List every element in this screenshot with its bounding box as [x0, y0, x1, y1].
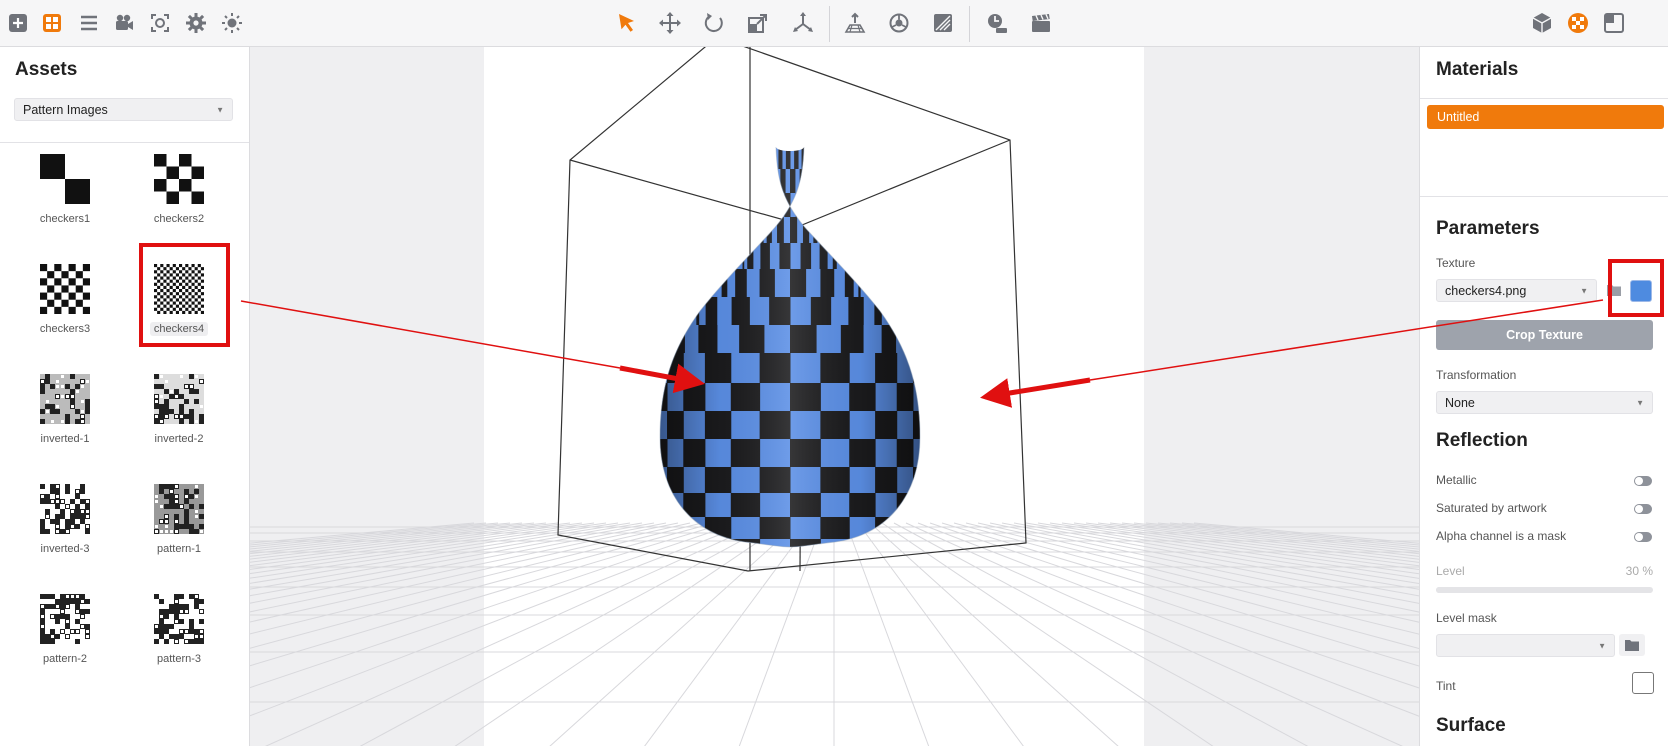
asset-thumbnail	[40, 594, 90, 644]
divider	[1420, 196, 1668, 197]
saturated-label: Saturated by artwork	[1436, 501, 1547, 515]
capture-icon[interactable]	[146, 9, 174, 37]
toolbar	[0, 0, 1668, 53]
asset-label: inverted-3	[40, 543, 90, 555]
scene-icon[interactable]	[1600, 9, 1628, 37]
settings-gear-icon[interactable]	[182, 9, 210, 37]
rotate-icon[interactable]	[700, 9, 728, 37]
alpha-mask-label: Alpha channel is a mask	[1436, 529, 1567, 543]
material-item-untitled[interactable]: Untitled	[1427, 105, 1664, 129]
ground-grid	[250, 522, 1419, 746]
asset-item-inverted-1[interactable]: inverted-1	[10, 368, 120, 468]
materials-panel: Materials Untitled Parameters Texture ch…	[1419, 47, 1668, 746]
toolbar-divider	[969, 6, 970, 42]
3d-viewport[interactable]	[250, 47, 1419, 746]
level-mask-select[interactable]: ▼	[1436, 634, 1615, 657]
surface-title: Surface	[1436, 715, 1506, 736]
timeline-icon[interactable]	[983, 9, 1011, 37]
light-sun-icon[interactable]	[218, 9, 246, 37]
pivot-icon[interactable]	[789, 9, 817, 37]
transformation-select-value: None	[1445, 395, 1475, 410]
transformation-label: Transformation	[1436, 368, 1517, 382]
asset-thumbnail	[40, 484, 90, 534]
reflection-title: Reflection	[1436, 430, 1528, 451]
asset-thumbnail	[154, 374, 204, 424]
asset-item-pattern-1[interactable]: pattern-1	[124, 478, 234, 578]
asset-label: inverted-1	[40, 433, 90, 445]
asset-item-checkers3[interactable]: checkers3	[10, 258, 120, 358]
chevron-down-icon: ▼	[1598, 641, 1606, 650]
camera-icon[interactable]	[110, 9, 138, 37]
level-slider-fill	[1436, 587, 1502, 593]
folder-icon	[1625, 640, 1639, 651]
asset-thumbnail	[154, 484, 204, 534]
tint-checkbox[interactable]	[1632, 672, 1654, 694]
asset-label: checkers3	[39, 323, 91, 335]
highlight-box-checkers4	[139, 243, 230, 347]
asset-thumbnail	[154, 594, 204, 644]
assets-grid-icon[interactable]	[38, 9, 66, 37]
asset-item-pattern-2[interactable]: pattern-2	[10, 588, 120, 688]
divider	[1420, 98, 1668, 99]
add-icon[interactable]	[4, 9, 32, 37]
app-window: Assets Pattern Images ▼ checkers1 checker…	[0, 0, 1668, 746]
level-value: 30 %	[1625, 564, 1653, 578]
chevron-down-icon: ▼	[216, 105, 224, 114]
parameters-title: Parameters	[1436, 218, 1540, 239]
asset-thumbnail	[154, 154, 204, 204]
asset-item-inverted-3[interactable]: inverted-3	[10, 478, 120, 578]
texture-map-icon[interactable]	[929, 9, 957, 37]
asset-item-checkers1[interactable]: checkers1	[10, 148, 120, 248]
crop-texture-button[interactable]: Crop Texture	[1436, 320, 1653, 350]
model-cube-icon[interactable]	[1528, 9, 1556, 37]
asset-label: pattern-3	[156, 653, 202, 665]
asset-category-select[interactable]: Pattern Images ▼	[14, 98, 233, 121]
texture-select-value: checkers4.png	[1445, 283, 1527, 298]
select-arrow-icon[interactable]	[613, 9, 641, 37]
asset-thumbnail	[40, 154, 90, 204]
highlight-box-swatch	[1608, 259, 1664, 317]
level-mask-folder-button[interactable]	[1619, 634, 1645, 656]
asset-label: pattern-2	[42, 653, 88, 665]
texture-label: Texture	[1436, 256, 1476, 270]
metallic-toggle[interactable]	[1634, 476, 1652, 486]
tint-label: Tint	[1436, 679, 1456, 693]
asset-category-value: Pattern Images	[23, 102, 108, 117]
materials-icon[interactable]	[1564, 9, 1592, 37]
level-label: Level	[1436, 564, 1465, 578]
transformation-select[interactable]: None ▼	[1436, 391, 1653, 414]
assets-title: Assets	[15, 59, 78, 80]
level-mask-label: Level mask	[1436, 611, 1497, 625]
asset-label: inverted-2	[154, 433, 204, 445]
snap-icon[interactable]	[885, 9, 913, 37]
clapper-icon[interactable]	[1027, 9, 1055, 37]
scale-icon[interactable]	[744, 9, 772, 37]
asset-label: checkers1	[39, 213, 91, 225]
metallic-label: Metallic	[1436, 473, 1477, 487]
viewport-canvas[interactable]	[250, 47, 1419, 746]
asset-label: checkers2	[153, 213, 205, 225]
asset-thumbnail	[40, 374, 90, 424]
saturated-toggle[interactable]	[1634, 504, 1652, 514]
toolbar-divider	[829, 6, 830, 42]
move-icon[interactable]	[656, 9, 684, 37]
vase-opening	[776, 143, 804, 151]
asset-item-checkers2[interactable]: checkers2	[124, 148, 234, 248]
assets-panel: Assets Pattern Images ▼ checkers1 checker…	[0, 47, 250, 746]
texture-select[interactable]: checkers4.png ▼	[1436, 279, 1597, 302]
asset-item-inverted-2[interactable]: inverted-2	[124, 368, 234, 468]
chevron-down-icon: ▼	[1580, 286, 1588, 295]
divider	[0, 142, 249, 143]
level-slider[interactable]	[1436, 587, 1653, 593]
asset-thumbnail	[40, 264, 90, 314]
asset-item-pattern-3[interactable]: pattern-3	[124, 588, 234, 688]
alpha-mask-toggle[interactable]	[1634, 532, 1652, 542]
ground-icon[interactable]	[841, 9, 869, 37]
asset-label: pattern-1	[156, 543, 202, 555]
list-icon[interactable]	[75, 9, 103, 37]
chevron-down-icon: ▼	[1636, 398, 1644, 407]
materials-title: Materials	[1436, 59, 1519, 80]
active-tab-indicator	[47, 40, 57, 53]
